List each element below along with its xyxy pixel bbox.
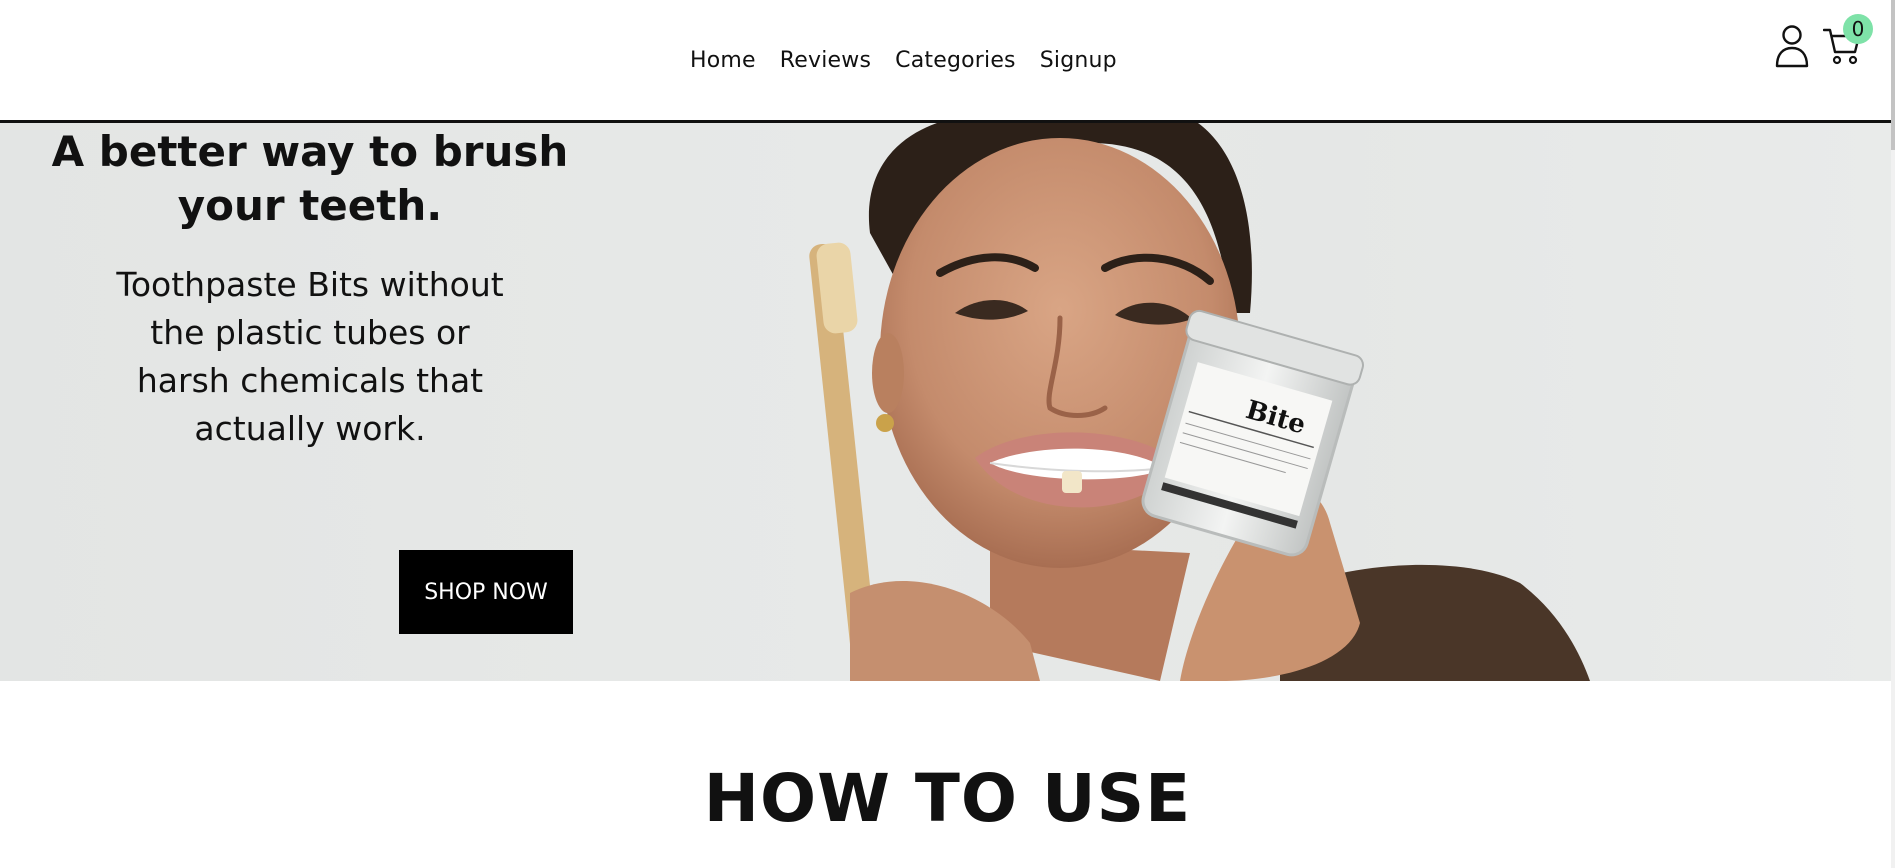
- how-to-use-title: HOW TO USE: [703, 760, 1192, 837]
- nav-reviews[interactable]: Reviews: [780, 48, 871, 73]
- nav-signup[interactable]: Signup: [1040, 48, 1117, 73]
- hero-product-photo: Bite: [809, 123, 1590, 681]
- cart-count-badge[interactable]: 0: [1843, 14, 1873, 44]
- hero-banner: A better way to brush your teeth. Toothp…: [0, 123, 1895, 681]
- hero-copy: A better way to brush your teeth. Toothp…: [40, 123, 580, 453]
- page-scrollbar[interactable]: [1891, 0, 1895, 868]
- site-header: Home Reviews Categories Signup 0: [0, 0, 1895, 123]
- main-nav: Home Reviews Categories Signup: [690, 48, 1141, 73]
- hero-subtitle: Toothpaste Bits without the plastic tube…: [116, 265, 504, 448]
- nav-home[interactable]: Home: [690, 48, 756, 73]
- how-to-use-section: HOW TO USE: [0, 760, 1895, 837]
- user-icon[interactable]: [1775, 24, 1809, 68]
- shop-now-button[interactable]: SHOP NOW: [399, 550, 573, 634]
- header-actions: 0: [1775, 14, 1895, 78]
- nav-categories[interactable]: Categories: [895, 48, 1016, 73]
- scroll-thumb[interactable]: [1891, 0, 1895, 150]
- hero-title: A better way to brush your teeth.: [51, 127, 569, 230]
- page: Home Reviews Categories Signup 0 A bette…: [0, 0, 1895, 868]
